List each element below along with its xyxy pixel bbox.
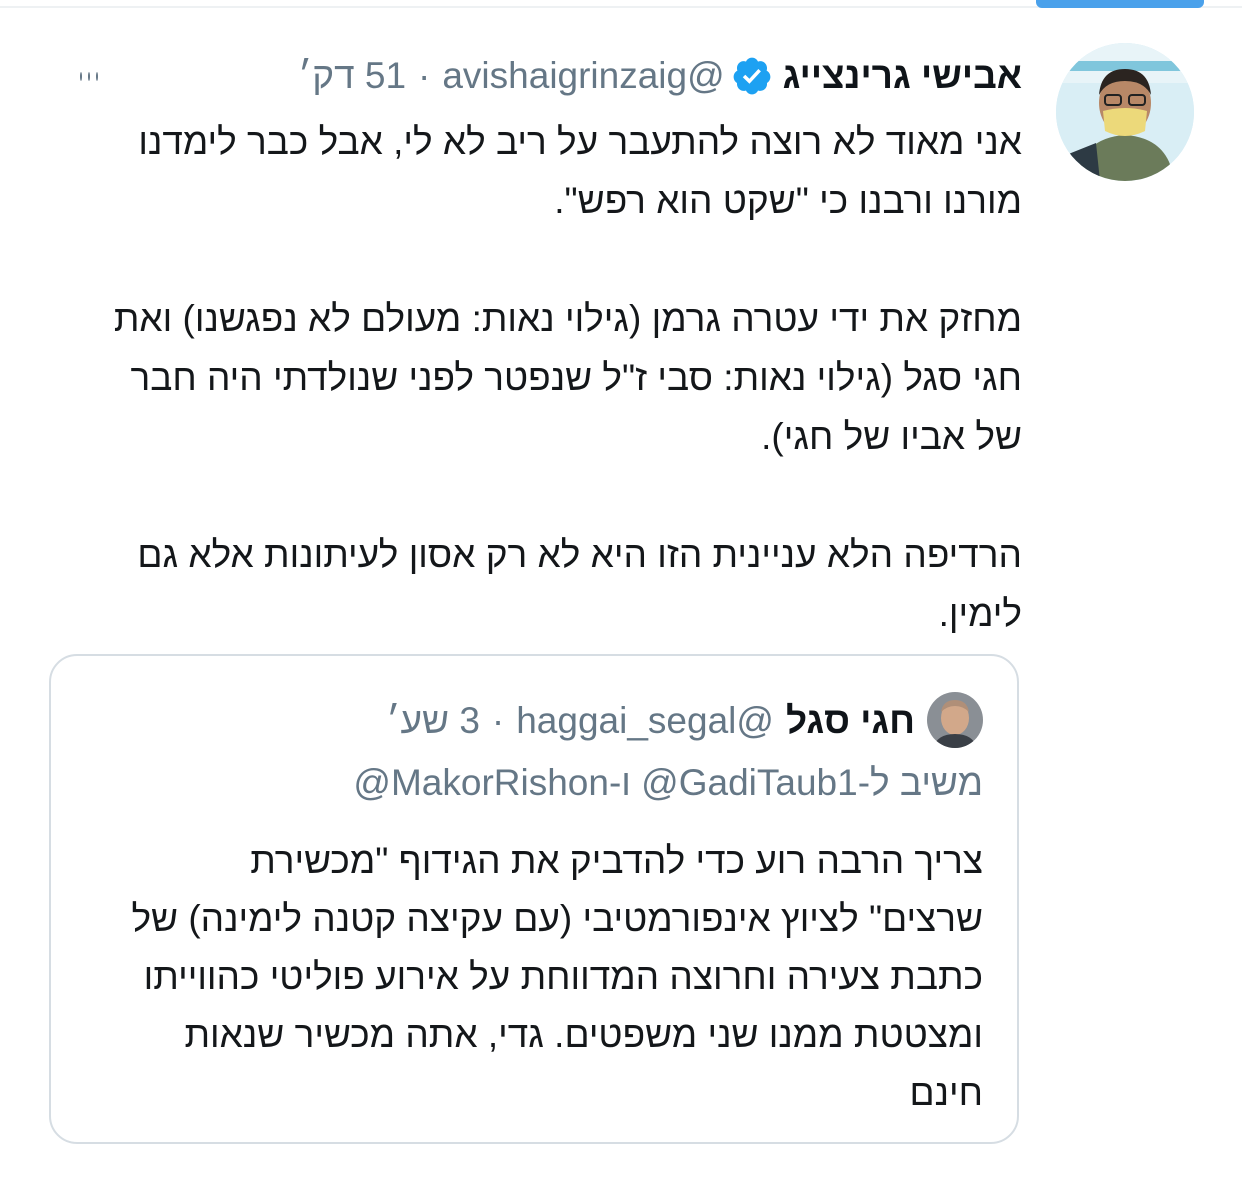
- separator-dot: ·: [418, 55, 431, 96]
- quoted-tweet-text: צריך הרבה רוע כדי להדביק את הגידוף "מכשי…: [131, 840, 983, 1113]
- verified-badge-icon: [733, 57, 771, 95]
- separator-dot: ·: [491, 700, 505, 741]
- author-name[interactable]: אבישי גרינצייג: [783, 55, 1022, 97]
- profile-photo-icon: [927, 692, 983, 748]
- author-handle[interactable]: @avishaigrinzaig: [442, 55, 724, 97]
- quoted-tweet-header: חגי סגל @haggai_segal · 3 שע׳: [386, 694, 915, 748]
- quoted-author-avatar[interactable]: [927, 692, 983, 748]
- tweet[interactable]: אבישי גרינצייג @avishaigrinzaig · 51 דק׳…: [0, 0, 1242, 1187]
- tweet-text: אני מאוד לא רוצה להתעבר על ריב לא לי, אב…: [113, 121, 1022, 634]
- author-avatar[interactable]: [1056, 43, 1194, 181]
- replying-to[interactable]: משיב ל-GadiTaub1@ ו-MakorRishon@: [353, 762, 983, 804]
- profile-photo-icon: [1056, 43, 1194, 181]
- quoted-author-name[interactable]: חגי סגל: [786, 700, 915, 742]
- tweet-timestamp[interactable]: 51 דק׳: [298, 55, 406, 97]
- quoted-tweet-timestamp[interactable]: 3 שע׳: [386, 700, 480, 742]
- quoted-author-handle[interactable]: @haggai_segal: [516, 700, 774, 742]
- tweet-header: אבישי גרינצייג @avishaigrinzaig · 51 דק׳: [298, 46, 1022, 106]
- more-options-icon[interactable]: [80, 72, 98, 81]
- quoted-tweet[interactable]: חגי סגל @haggai_segal · 3 שע׳ משיב ל-Gad…: [49, 654, 1019, 1144]
